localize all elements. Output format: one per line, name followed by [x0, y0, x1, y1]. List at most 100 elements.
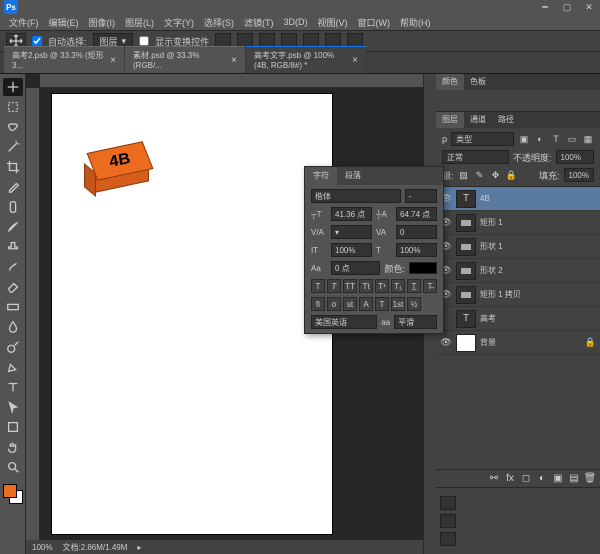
- layer-row[interactable]: T 高考: [436, 307, 600, 331]
- font-size[interactable]: 41.36 点: [331, 207, 372, 221]
- menu-file[interactable]: 文件(F): [6, 16, 42, 29]
- layer-thumb[interactable]: [456, 286, 476, 304]
- history-brush-tool[interactable]: [3, 258, 23, 276]
- wand-tool[interactable]: [3, 138, 23, 156]
- zoom-level[interactable]: 100%: [32, 543, 52, 552]
- sub-button[interactable]: T₁: [391, 279, 405, 293]
- panel-icon[interactable]: [440, 514, 456, 528]
- layer-row[interactable]: 👁背景🔒: [436, 331, 600, 355]
- lock-pos-icon[interactable]: ✥: [490, 169, 502, 181]
- filter-smart-icon[interactable]: ▦: [582, 133, 594, 145]
- color-swatches[interactable]: [3, 484, 23, 504]
- tab-paths[interactable]: 路径: [492, 112, 520, 128]
- layer-thumb[interactable]: T: [456, 310, 476, 328]
- menu-3d[interactable]: 3D(D): [281, 17, 311, 27]
- vscale[interactable]: 100%: [331, 243, 372, 257]
- adjustment-icon[interactable]: ◐: [536, 473, 548, 485]
- kerning[interactable]: ▾: [331, 225, 372, 239]
- font-style[interactable]: -: [405, 189, 437, 203]
- font-family[interactable]: 楷体: [311, 189, 401, 203]
- filter-type-icon[interactable]: T: [550, 133, 562, 145]
- menu-window[interactable]: 窗口(W): [355, 16, 394, 29]
- panel-tab[interactable]: 色板: [464, 74, 492, 90]
- close-icon[interactable]: ×: [352, 55, 358, 66]
- strike-button[interactable]: T̶: [423, 279, 437, 293]
- tab-doc[interactable]: 素材.psd @ 33.3% (RGB/...×: [125, 46, 245, 73]
- layer-row[interactable]: 👁矩形 1 拷贝: [436, 283, 600, 307]
- panel-icon[interactable]: [440, 532, 456, 546]
- menu-help[interactable]: 帮助(H): [397, 16, 434, 29]
- heal-tool[interactable]: [3, 198, 23, 216]
- stamp-tool[interactable]: [3, 238, 23, 256]
- close-icon[interactable]: ×: [110, 55, 116, 66]
- menu-select[interactable]: 选择(S): [201, 16, 237, 29]
- tab-layers[interactable]: 图层: [436, 112, 464, 128]
- trash-icon[interactable]: 🗑: [584, 473, 596, 485]
- panel-icon[interactable]: [440, 496, 456, 510]
- smallcaps-button[interactable]: Tt: [359, 279, 373, 293]
- minimize-button[interactable]: ━: [538, 1, 552, 13]
- text-color[interactable]: [409, 262, 437, 274]
- eraser-tool[interactable]: [3, 278, 23, 296]
- tab-character[interactable]: 字符: [305, 167, 337, 185]
- crop-tool[interactable]: [3, 158, 23, 176]
- opacity-value[interactable]: 100%: [556, 150, 595, 164]
- lasso-tool[interactable]: [3, 118, 23, 136]
- group-icon[interactable]: ▣: [552, 473, 564, 485]
- ruler-horizontal[interactable]: [40, 74, 423, 88]
- caps-button[interactable]: TT: [343, 279, 357, 293]
- doc-size[interactable]: 文档:2.86M/1.49M: [62, 542, 127, 553]
- character-panel[interactable]: 字符 段落 楷体- ┬T 41.36 点 ┼A 64.74 点 V/A ▾ VA: [304, 166, 444, 334]
- close-button[interactable]: ✕: [582, 1, 596, 13]
- dodge-tool[interactable]: [3, 338, 23, 356]
- ruler-vertical[interactable]: [26, 88, 40, 540]
- layer-row[interactable]: 👁矩形 1: [436, 211, 600, 235]
- hand-tool[interactable]: [3, 438, 23, 456]
- opentype-button[interactable]: σ: [327, 297, 341, 311]
- type-tool[interactable]: [3, 378, 23, 396]
- brush-tool[interactable]: [3, 218, 23, 236]
- tab-channels[interactable]: 通道: [464, 112, 492, 128]
- foreground-color[interactable]: [3, 484, 17, 498]
- hscale[interactable]: 100%: [396, 243, 437, 257]
- super-button[interactable]: T¹: [375, 279, 389, 293]
- eyedropper-tool[interactable]: [3, 178, 23, 196]
- marquee-tool[interactable]: [3, 98, 23, 116]
- opentype-button[interactable]: A: [359, 297, 373, 311]
- filter-adjust-icon[interactable]: ◐: [534, 133, 546, 145]
- close-icon[interactable]: ×: [231, 55, 237, 66]
- opentype-button[interactable]: T: [375, 297, 389, 311]
- canvas[interactable]: 4B: [52, 94, 332, 534]
- tab-paragraph[interactable]: 段落: [337, 167, 369, 185]
- layer-row[interactable]: 👁形状 1: [436, 235, 600, 259]
- menu-view[interactable]: 视图(V): [315, 16, 351, 29]
- blur-tool[interactable]: [3, 318, 23, 336]
- bold-button[interactable]: T: [311, 279, 325, 293]
- menu-filter[interactable]: 滤镜(T): [241, 16, 277, 29]
- leading[interactable]: 64.74 点: [396, 207, 437, 221]
- menu-type[interactable]: 文字(Y): [161, 16, 197, 29]
- auto-select-checkbox[interactable]: [32, 36, 42, 46]
- menu-image[interactable]: 图像(I): [86, 16, 119, 29]
- opentype-button[interactable]: fi: [311, 297, 325, 311]
- path-select-tool[interactable]: [3, 398, 23, 416]
- fx-icon[interactable]: fx: [504, 473, 516, 485]
- opentype-button[interactable]: st: [343, 297, 357, 311]
- layer-name[interactable]: 高考: [480, 313, 596, 324]
- layer-name[interactable]: 背景: [480, 337, 581, 348]
- layer-name[interactable]: 形状 2: [480, 265, 596, 276]
- layer-row[interactable]: 👁T4B: [436, 187, 600, 211]
- move-tool[interactable]: [3, 78, 23, 96]
- filter-pixel-icon[interactable]: ▣: [518, 133, 530, 145]
- eraser-artwork[interactable]: 4B: [84, 146, 156, 200]
- layer-filter-kind[interactable]: 类型: [451, 132, 514, 146]
- pen-tool[interactable]: [3, 358, 23, 376]
- opentype-button[interactable]: ½: [407, 297, 421, 311]
- visibility-toggle[interactable]: 👁: [440, 337, 452, 348]
- shape-tool[interactable]: [3, 418, 23, 436]
- underline-button[interactable]: T̲: [407, 279, 421, 293]
- maximize-button[interactable]: ▢: [560, 1, 574, 13]
- antialias[interactable]: 平滑: [394, 315, 437, 329]
- lock-trans-icon[interactable]: ▨: [458, 169, 470, 181]
- gradient-tool[interactable]: [3, 298, 23, 316]
